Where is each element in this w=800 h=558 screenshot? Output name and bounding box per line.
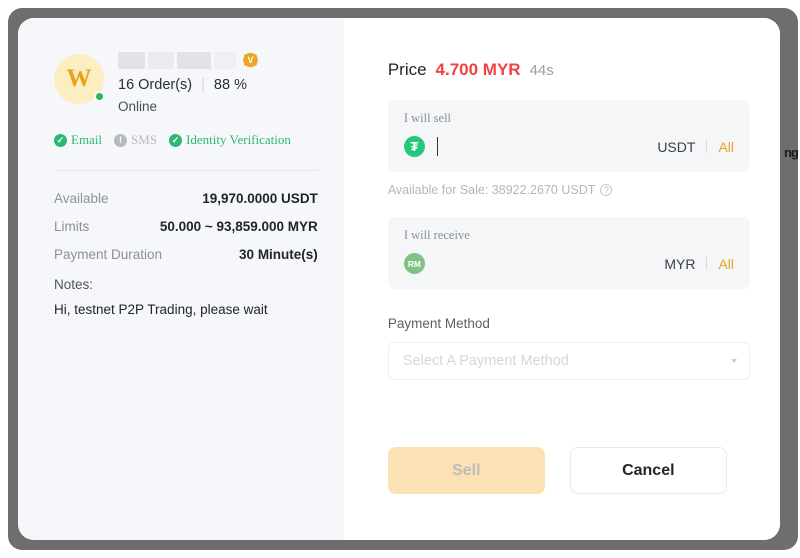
advertiser-panel: W V 16 Order(s) | 88 % On bbox=[18, 18, 344, 540]
detail-row: Payment Duration 30 Minute(s) bbox=[54, 247, 318, 262]
verification-sms-label: SMS bbox=[131, 132, 157, 148]
avatar-wrapper: W bbox=[54, 54, 104, 104]
detail-row: Available 19,970.0000 USDT bbox=[54, 191, 318, 206]
cancel-button[interactable]: Cancel bbox=[570, 447, 727, 494]
sell-box-row: ₮ USDT All bbox=[404, 134, 734, 159]
usdt-icon: ₮ bbox=[404, 136, 425, 157]
receive-all-button[interactable]: All bbox=[718, 256, 734, 272]
available-for-sale-line: Available for Sale: 38922.2670 USDT ? bbox=[388, 183, 750, 197]
receive-amount-box[interactable]: I will receive RM MYR All bbox=[388, 217, 750, 289]
check-circle-icon: ✓ bbox=[169, 134, 182, 147]
receive-amount-input[interactable] bbox=[435, 253, 655, 275]
check-circle-icon: ✓ bbox=[54, 134, 67, 147]
price-label: Price bbox=[388, 60, 427, 80]
sell-amount-box[interactable]: I will sell ₮ USDT All bbox=[388, 100, 750, 172]
help-circle-icon[interactable]: ? bbox=[600, 184, 612, 196]
price-header: Price 4.700 MYR 44s bbox=[388, 60, 750, 80]
detail-value-limits: 50.000 ~ 93,859.000 MYR bbox=[160, 219, 318, 234]
order-form-panel: Price 4.700 MYR 44s I will sell ₮ USDT A… bbox=[344, 18, 780, 540]
price-value: 4.700 MYR bbox=[436, 60, 521, 80]
verification-email-label: Email bbox=[71, 132, 102, 148]
myr-icon: RM bbox=[404, 253, 425, 274]
panel-divider bbox=[54, 170, 318, 171]
screen-root: ng W V 16 Order(s) bbox=[0, 0, 800, 558]
available-for-sale-text: Available for Sale: 38922.2670 USDT bbox=[388, 183, 596, 197]
stats-separator: | bbox=[201, 77, 205, 93]
advertiser-online-status: Online bbox=[118, 99, 318, 114]
detail-label-payment-duration: Payment Duration bbox=[54, 247, 162, 262]
suffix-divider bbox=[706, 257, 707, 270]
advertiser-info: V 16 Order(s) | 88 % Online bbox=[118, 48, 318, 114]
detail-row: Limits 50.000 ~ 93,859.000 MYR bbox=[54, 219, 318, 234]
offer-details: Available 19,970.0000 USDT Limits 50.000… bbox=[54, 191, 318, 262]
detail-label-available: Available bbox=[54, 191, 109, 206]
notes-label: Notes: bbox=[54, 277, 318, 292]
exclamation-circle-icon: ! bbox=[114, 134, 127, 147]
detail-value-available: 19,970.0000 USDT bbox=[202, 191, 318, 206]
sell-all-button[interactable]: All bbox=[718, 139, 734, 155]
sell-box-suffix: USDT All bbox=[657, 139, 734, 155]
backdrop-clipped-text: ng bbox=[784, 145, 798, 160]
verification-badges: ✓ Email ! SMS ✓ Identity Verification bbox=[54, 132, 318, 148]
completion-rate: 88 % bbox=[214, 77, 247, 93]
advertiser-header: W V 16 Order(s) | 88 % On bbox=[54, 48, 318, 114]
receive-box-row: RM MYR All bbox=[404, 251, 734, 276]
detail-label-limits: Limits bbox=[54, 219, 89, 234]
verification-sms: ! SMS bbox=[114, 132, 157, 148]
suffix-divider bbox=[706, 140, 707, 153]
notes-text: Hi, testnet P2P Trading, please wait bbox=[54, 301, 318, 320]
sell-box-caption: I will sell bbox=[404, 111, 734, 126]
sell-amount-input[interactable] bbox=[448, 136, 647, 158]
form-actions: Sell Cancel bbox=[388, 447, 727, 494]
advertiser-stats: 16 Order(s) | 88 % bbox=[118, 77, 318, 93]
text-cursor bbox=[437, 137, 439, 156]
payment-method-placeholder: Select A Payment Method bbox=[403, 353, 731, 369]
order-count: 16 Order(s) bbox=[118, 77, 192, 93]
receive-currency-code: MYR bbox=[664, 256, 695, 272]
receive-box-suffix: MYR All bbox=[664, 256, 734, 272]
sell-currency-code: USDT bbox=[657, 139, 695, 155]
receive-box-caption: I will receive bbox=[404, 228, 734, 243]
sell-order-dialog: W V 16 Order(s) | 88 % On bbox=[18, 18, 780, 540]
sell-button[interactable]: Sell bbox=[388, 447, 545, 494]
detail-value-payment-duration: 30 Minute(s) bbox=[239, 247, 318, 262]
chevron-down-icon bbox=[731, 359, 737, 363]
verification-email: ✓ Email bbox=[54, 132, 102, 148]
verification-identity-label: Identity Verification bbox=[186, 132, 291, 148]
verified-badge-icon: V bbox=[243, 53, 258, 68]
payment-method-label: Payment Method bbox=[388, 316, 750, 331]
advertiser-name-redacted bbox=[118, 52, 236, 69]
payment-method-select[interactable]: Select A Payment Method bbox=[388, 342, 750, 380]
price-refresh-timer: 44s bbox=[530, 62, 554, 79]
verification-identity: ✓ Identity Verification bbox=[169, 132, 291, 148]
advertiser-name-row: V bbox=[118, 50, 318, 70]
online-status-dot bbox=[94, 91, 105, 102]
